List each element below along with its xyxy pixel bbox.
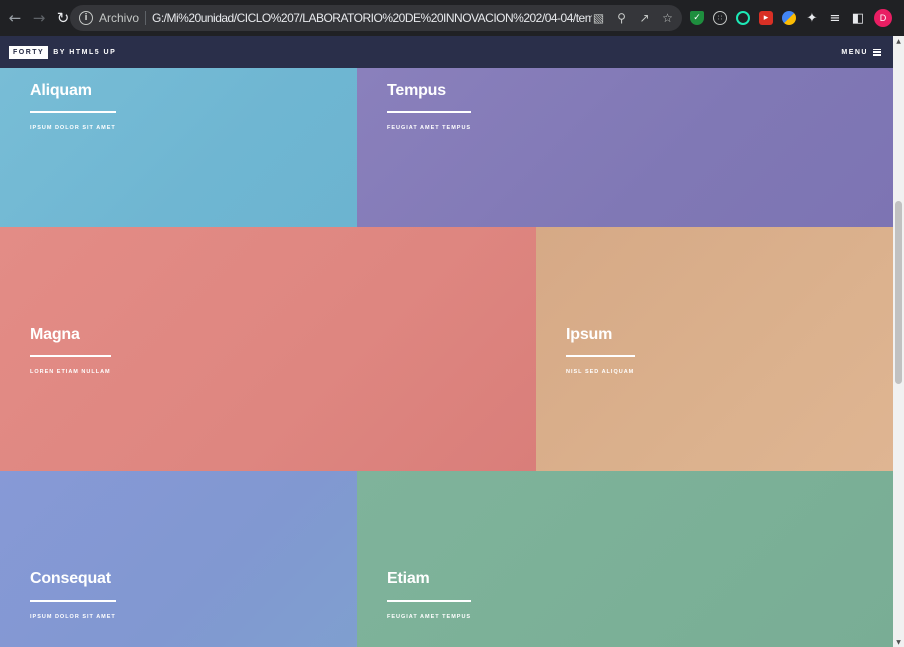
scheme-label: Archivo bbox=[99, 11, 140, 25]
profile-avatar[interactable]: D bbox=[874, 9, 892, 27]
tile-ipsum[interactable]: Ipsum NISL SED ALIQUAM bbox=[536, 227, 893, 471]
tile-title: Ipsum bbox=[566, 326, 613, 343]
address-bar[interactable]: i Archivo G:/Mi%20unidad/CICLO%207/LABOR… bbox=[70, 5, 682, 31]
tile-divider bbox=[387, 600, 471, 602]
tile-title: Consequat bbox=[30, 570, 111, 587]
tile-tempus[interactable]: Tempus FEUGIAT AMET TEMPUS bbox=[357, 68, 893, 227]
reading-list-icon[interactable]: ≡ bbox=[828, 11, 842, 26]
tile-title: Etiam bbox=[387, 570, 430, 587]
tile-divider bbox=[387, 111, 471, 113]
omnibox-actions: ▧ ⚲ ↗ ☆ bbox=[592, 5, 674, 31]
translate-icon[interactable]: ▧ bbox=[592, 11, 605, 25]
red-extension-icon[interactable]: ▸ bbox=[759, 11, 773, 25]
address-separator bbox=[145, 11, 147, 25]
side-panel-icon[interactable]: ◧ bbox=[851, 11, 865, 26]
tile-subtitle: IPSUM DOLOR SIT AMET bbox=[30, 125, 116, 131]
tile-consequat[interactable]: Consequat IPSUM DOLOR SIT AMET bbox=[0, 471, 357, 647]
grid-extension-icon[interactable]: ∷ bbox=[713, 11, 727, 25]
site-logo[interactable]: FORTY BY HTML5 UP bbox=[9, 45, 117, 59]
tile-title: Magna bbox=[30, 326, 80, 343]
tile-divider bbox=[30, 111, 116, 113]
tile-divider bbox=[30, 600, 116, 602]
page-scrollbar[interactable]: ▲ ▼ bbox=[893, 36, 904, 647]
site-header: FORTY BY HTML5 UP MENU bbox=[0, 36, 893, 68]
zoom-icon[interactable]: ⚲ bbox=[615, 11, 628, 25]
tile-aliquam[interactable]: Aliquam IPSUM DOLOR SIT AMET bbox=[0, 68, 357, 227]
tile-etiam[interactable]: Etiam FEUGIAT AMET TEMPUS bbox=[357, 471, 893, 647]
share-icon[interactable]: ↗ bbox=[638, 11, 651, 25]
tile-title: Aliquam bbox=[30, 82, 92, 99]
hamburger-icon bbox=[873, 48, 881, 56]
logo-box: FORTY bbox=[9, 45, 49, 59]
info-icon[interactable]: i bbox=[79, 11, 93, 25]
browser-toolbar: ← → ↻ i Archivo G:/Mi%20unidad/CICLO%207… bbox=[0, 0, 904, 36]
tile-subtitle: NISL SED ALIQUAM bbox=[566, 369, 635, 375]
puzzle-icon[interactable]: ✦ bbox=[805, 11, 819, 26]
forward-arrow-icon[interactable]: → bbox=[28, 7, 50, 29]
tile-magna[interactable]: Magna LOREN ETIAM NULLAM bbox=[0, 227, 536, 471]
tile-title: Tempus bbox=[387, 82, 446, 99]
menu-button[interactable]: MENU bbox=[841, 36, 881, 68]
scroll-down-icon[interactable]: ▼ bbox=[893, 637, 904, 647]
tile-subtitle: IPSUM DOLOR SIT AMET bbox=[30, 614, 116, 620]
url-text[interactable]: G:/Mi%20unidad/CICLO%207/LABORATORIO%20D… bbox=[152, 11, 592, 25]
extensions-bar: ✓ ∷ ▸ ✦ ≡ ◧ D ⋮ bbox=[690, 0, 904, 36]
shield-extension-icon[interactable]: ✓ bbox=[690, 11, 704, 25]
tile-divider bbox=[30, 355, 111, 357]
scroll-thumb[interactable] bbox=[895, 201, 902, 384]
tile-divider bbox=[566, 355, 635, 357]
logo-suffix: BY HTML5 UP bbox=[53, 48, 117, 56]
scroll-up-icon[interactable]: ▲ bbox=[893, 36, 904, 46]
star-icon[interactable]: ☆ bbox=[661, 11, 674, 25]
back-arrow-icon[interactable]: ← bbox=[4, 7, 26, 29]
color-extension-icon[interactable] bbox=[782, 11, 796, 25]
ring-extension-icon[interactable] bbox=[736, 11, 750, 25]
menu-label: MENU bbox=[841, 48, 868, 56]
tile-subtitle: LOREN ETIAM NULLAM bbox=[30, 369, 111, 375]
tile-subtitle: FEUGIAT AMET TEMPUS bbox=[387, 125, 472, 131]
tile-subtitle: FEUGIAT AMET TEMPUS bbox=[387, 614, 472, 620]
